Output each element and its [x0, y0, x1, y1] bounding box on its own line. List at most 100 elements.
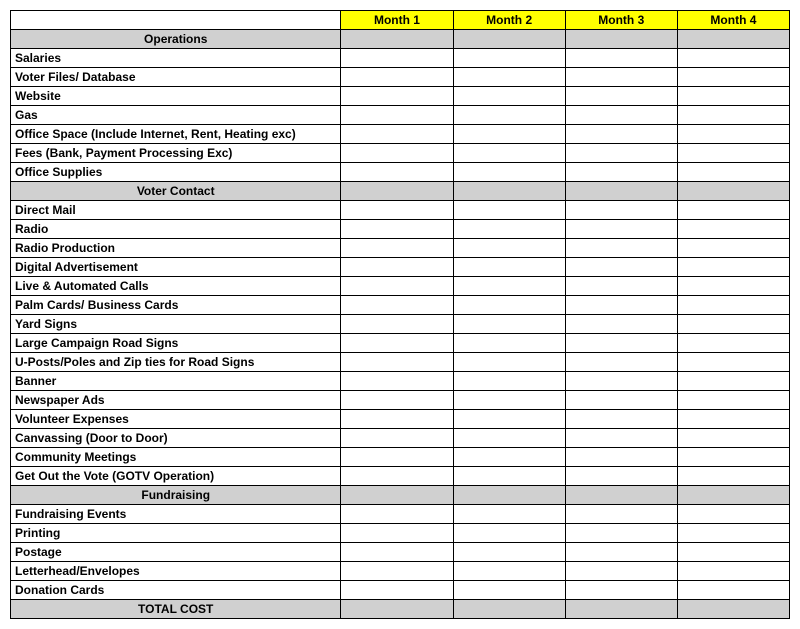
- data-cell[interactable]: [565, 448, 677, 467]
- data-cell[interactable]: [565, 125, 677, 144]
- data-cell[interactable]: [565, 353, 677, 372]
- data-cell[interactable]: [341, 391, 453, 410]
- data-cell[interactable]: [453, 87, 565, 106]
- data-cell[interactable]: [341, 87, 453, 106]
- data-cell[interactable]: [341, 315, 453, 334]
- data-cell[interactable]: [565, 391, 677, 410]
- data-cell[interactable]: [565, 562, 677, 581]
- data-cell[interactable]: [341, 163, 453, 182]
- data-cell[interactable]: [677, 543, 789, 562]
- data-cell[interactable]: [453, 448, 565, 467]
- data-cell[interactable]: [341, 258, 453, 277]
- data-cell[interactable]: [677, 125, 789, 144]
- data-cell[interactable]: [565, 296, 677, 315]
- data-cell[interactable]: [677, 448, 789, 467]
- data-cell[interactable]: [677, 505, 789, 524]
- data-cell[interactable]: [453, 372, 565, 391]
- data-cell[interactable]: [565, 87, 677, 106]
- data-cell[interactable]: [453, 201, 565, 220]
- data-cell[interactable]: [341, 220, 453, 239]
- data-cell[interactable]: [677, 467, 789, 486]
- data-cell[interactable]: [565, 49, 677, 68]
- data-cell[interactable]: [677, 49, 789, 68]
- data-cell[interactable]: [453, 277, 565, 296]
- data-cell[interactable]: [565, 201, 677, 220]
- data-cell[interactable]: [677, 106, 789, 125]
- data-cell[interactable]: [341, 277, 453, 296]
- data-cell[interactable]: [677, 372, 789, 391]
- data-cell[interactable]: [341, 410, 453, 429]
- data-cell[interactable]: [565, 334, 677, 353]
- data-cell[interactable]: [453, 220, 565, 239]
- data-cell[interactable]: [677, 334, 789, 353]
- data-cell[interactable]: [453, 391, 565, 410]
- data-cell[interactable]: [341, 448, 453, 467]
- data-cell[interactable]: [565, 239, 677, 258]
- data-cell[interactable]: [341, 581, 453, 600]
- data-cell[interactable]: [565, 467, 677, 486]
- data-cell[interactable]: [341, 353, 453, 372]
- data-cell[interactable]: [341, 429, 453, 448]
- data-cell[interactable]: [565, 543, 677, 562]
- data-cell[interactable]: [453, 581, 565, 600]
- data-cell[interactable]: [565, 144, 677, 163]
- data-cell[interactable]: [565, 277, 677, 296]
- data-cell[interactable]: [565, 258, 677, 277]
- data-cell[interactable]: [677, 296, 789, 315]
- data-cell[interactable]: [453, 562, 565, 581]
- data-cell[interactable]: [341, 239, 453, 258]
- data-cell[interactable]: [677, 391, 789, 410]
- data-cell[interactable]: [565, 410, 677, 429]
- data-cell[interactable]: [453, 49, 565, 68]
- data-cell[interactable]: [341, 49, 453, 68]
- data-cell[interactable]: [341, 296, 453, 315]
- data-cell[interactable]: [341, 467, 453, 486]
- data-cell[interactable]: [341, 562, 453, 581]
- data-cell[interactable]: [453, 467, 565, 486]
- data-cell[interactable]: [677, 581, 789, 600]
- data-cell[interactable]: [565, 106, 677, 125]
- data-cell[interactable]: [341, 201, 453, 220]
- data-cell[interactable]: [341, 144, 453, 163]
- data-cell[interactable]: [677, 239, 789, 258]
- data-cell[interactable]: [565, 220, 677, 239]
- data-cell[interactable]: [453, 144, 565, 163]
- data-cell[interactable]: [453, 429, 565, 448]
- data-cell[interactable]: [565, 524, 677, 543]
- data-cell[interactable]: [453, 543, 565, 562]
- data-cell[interactable]: [453, 163, 565, 182]
- data-cell[interactable]: [453, 68, 565, 87]
- data-cell[interactable]: [677, 277, 789, 296]
- data-cell[interactable]: [341, 68, 453, 87]
- data-cell[interactable]: [565, 429, 677, 448]
- data-cell[interactable]: [677, 87, 789, 106]
- data-cell[interactable]: [677, 68, 789, 87]
- data-cell[interactable]: [453, 410, 565, 429]
- data-cell[interactable]: [565, 372, 677, 391]
- data-cell[interactable]: [677, 315, 789, 334]
- data-cell[interactable]: [677, 562, 789, 581]
- data-cell[interactable]: [677, 410, 789, 429]
- data-cell[interactable]: [565, 315, 677, 334]
- data-cell[interactable]: [565, 68, 677, 87]
- data-cell[interactable]: [565, 163, 677, 182]
- data-cell[interactable]: [453, 353, 565, 372]
- data-cell[interactable]: [677, 524, 789, 543]
- data-cell[interactable]: [453, 106, 565, 125]
- data-cell[interactable]: [453, 296, 565, 315]
- data-cell[interactable]: [453, 315, 565, 334]
- data-cell[interactable]: [341, 524, 453, 543]
- data-cell[interactable]: [453, 239, 565, 258]
- data-cell[interactable]: [677, 258, 789, 277]
- data-cell[interactable]: [341, 505, 453, 524]
- data-cell[interactable]: [677, 163, 789, 182]
- data-cell[interactable]: [453, 125, 565, 144]
- data-cell[interactable]: [341, 372, 453, 391]
- data-cell[interactable]: [341, 543, 453, 562]
- data-cell[interactable]: [341, 125, 453, 144]
- data-cell[interactable]: [453, 505, 565, 524]
- data-cell[interactable]: [341, 334, 453, 353]
- data-cell[interactable]: [565, 505, 677, 524]
- data-cell[interactable]: [453, 334, 565, 353]
- data-cell[interactable]: [341, 106, 453, 125]
